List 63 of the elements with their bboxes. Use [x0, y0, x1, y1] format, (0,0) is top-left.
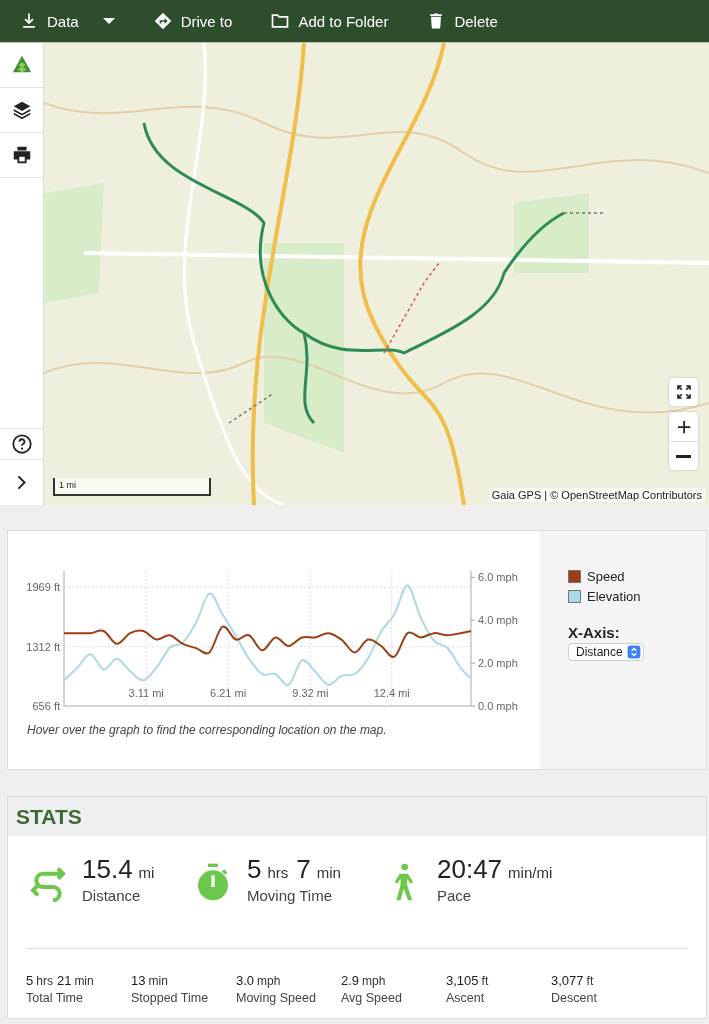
y2-tick-label: 0.0 mph [478, 700, 518, 712]
toolbar-button[interactable]: Drive to [143, 5, 242, 37]
stats-title: STATS [16, 804, 82, 829]
stat-unit: min [316, 864, 341, 881]
stat-unit: hrs [267, 864, 289, 881]
stat-label: Stopped Time [131, 991, 210, 1005]
stat-value: 21 [56, 973, 72, 988]
help-icon [10, 433, 33, 455]
toolbar-button[interactable]: Delete [417, 5, 507, 37]
stat-label: Moving Time [247, 887, 334, 904]
x-axis-select[interactable]: Distance [568, 643, 644, 661]
y2-tick-label: 2.0 mph [478, 657, 518, 670]
stat-value: 7 [296, 854, 311, 884]
y2-tick-label: 4.0 mph [478, 614, 518, 627]
diamond-arrow-icon [152, 11, 173, 31]
x-tick-label: 6.21 mi [210, 687, 247, 699]
stat-value: 3.0 [236, 973, 255, 988]
stat-label: Distance [82, 887, 142, 904]
stat-label: Ascent [446, 991, 486, 1005]
y-tick-label: 1969 ft [26, 581, 60, 594]
legend-label: Speed [587, 569, 625, 584]
stat-unit: ft [481, 974, 489, 988]
stat-unit: min [74, 974, 94, 988]
stat-value: 15.4 [82, 854, 133, 884]
stat-label: Pace [437, 887, 473, 904]
stat-label: Avg Speed [341, 991, 403, 1005]
y-tick-label: 1312 ft [26, 640, 60, 653]
scale-bar: 1 mi [53, 478, 211, 496]
x-tick-label: 3.11 mi [128, 687, 164, 699]
chart-caption: Hover over the graph to find the corresponding location on the map. [27, 722, 388, 737]
stat-value: 5 [247, 854, 262, 884]
stat-unit: ft [586, 974, 594, 988]
stat-label: Total Time [26, 991, 84, 1005]
minus-icon [676, 454, 691, 458]
stat-value: 3,077 [551, 973, 584, 988]
folder-icon [270, 11, 291, 31]
x-tick-label: 12.4 mi [373, 687, 410, 699]
fullscreen-icon [674, 383, 693, 401]
y-tick-label: 656 ft [32, 700, 60, 712]
stepper-icon [626, 645, 641, 659]
stat-value: 5 [26, 973, 34, 988]
stat-unit: mph [257, 974, 281, 988]
stat-value: 20:47 [437, 854, 503, 884]
x-axis-label: X-Axis: [568, 624, 621, 641]
x-tick-label: 9.32 mi [292, 687, 329, 699]
stat-unit: mi [138, 864, 155, 881]
toolbar-button[interactable]: Data [10, 5, 124, 37]
stat-unit: mph [362, 974, 386, 988]
chevron-right-icon [17, 475, 26, 490]
fullscreen-button[interactable] [669, 378, 698, 406]
stat-label: Moving Speed [236, 991, 317, 1005]
legend-label: Elevation [587, 589, 641, 604]
y2-tick-label: 6.0 mph [478, 571, 518, 584]
stat-label: Descent [551, 991, 598, 1005]
stat-unit: min/mi [508, 864, 553, 881]
stat-unit: min [148, 974, 168, 988]
stat-value: 3,105 [446, 973, 479, 988]
stat-value: 13 [131, 973, 146, 988]
map-attribution: Gaia GPS | © OpenStreetMap Contributors [488, 488, 705, 502]
toolbar-button[interactable]: Add to Folder [261, 5, 398, 37]
stat-value: 2.9 [341, 973, 360, 988]
help-button[interactable] [0, 428, 43, 460]
stat-unit: hrs [36, 974, 53, 988]
